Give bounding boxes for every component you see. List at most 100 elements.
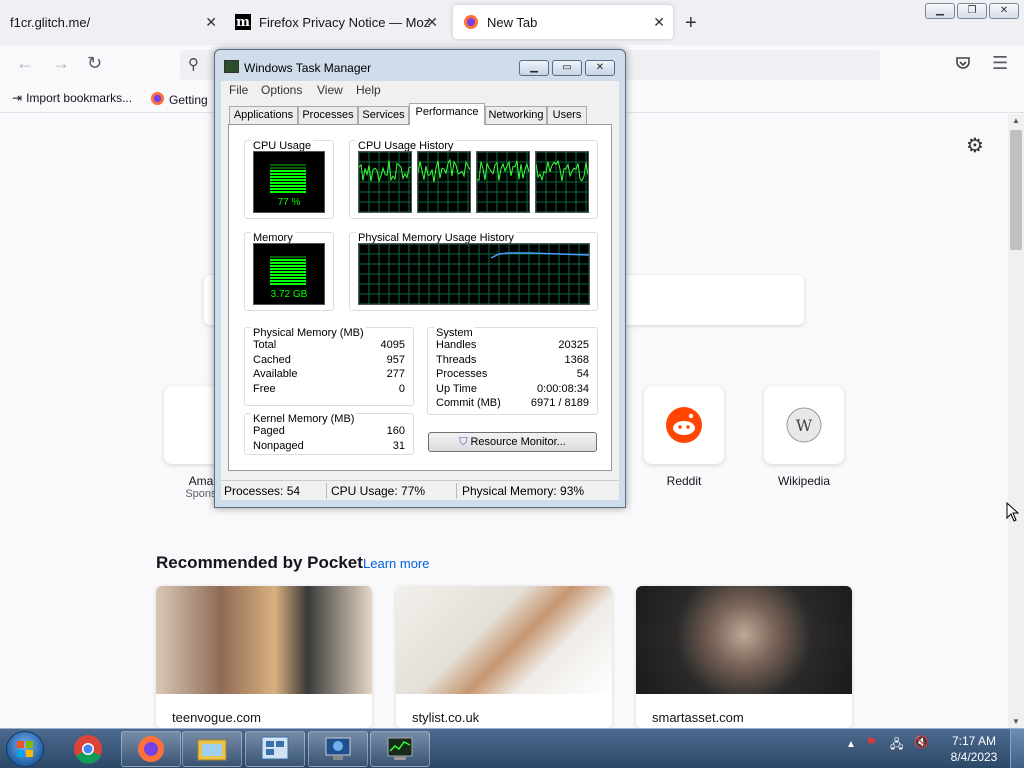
menu-file[interactable]: File xyxy=(229,83,248,97)
top-site-label: Reddit xyxy=(666,474,702,488)
performance-panel: CPU Usage 77 % CPU Usage History Memory xyxy=(228,124,612,471)
tab-privacy-notice[interactable]: m Firefox Privacy Notice — Mozilla ✕ xyxy=(225,5,440,39)
show-desktop-button[interactable] xyxy=(1010,729,1024,768)
firefox-icon xyxy=(150,91,165,109)
physical-memory-stats: Total 4095 Cached 957 Available 277 Free 0 xyxy=(253,339,405,395)
top-site-reddit[interactable]: Reddit xyxy=(644,386,724,488)
physical-memory-group: Physical Memory (MB) Total 4095 Cached 957… xyxy=(244,327,414,406)
status-cpu: CPU Usage: 77% xyxy=(331,484,426,498)
bookmark-label: Import bookmarks... xyxy=(26,91,133,105)
pocket-card[interactable]: smartasset.com xyxy=(636,586,852,728)
control-panel-icon[interactable] xyxy=(245,731,305,767)
action-center-icon[interactable]: ⚑ xyxy=(866,735,877,749)
task-manager-titlebar[interactable]: Windows Task Manager ▁ ▭ ✕ xyxy=(215,50,625,80)
cpu-usage-group: CPU Usage 77 % xyxy=(244,140,334,219)
menu-icon[interactable]: ☰ xyxy=(992,53,1008,74)
close-button[interactable]: ✕ xyxy=(585,60,615,76)
gauge-segment xyxy=(270,191,306,193)
gauge-segment xyxy=(270,173,306,175)
gauge-segment xyxy=(270,167,306,169)
reload-icon[interactable]: ↻ xyxy=(87,53,102,74)
tab-glitch[interactable]: f1cr.glitch.me/ ✕ xyxy=(0,5,225,39)
scrollbar-thumb[interactable] xyxy=(1010,130,1022,250)
import-bookmarks-item[interactable]: ⇥ Import bookmarks... xyxy=(12,91,132,105)
chrome-icon[interactable] xyxy=(58,731,118,767)
task-manager-icon[interactable] xyxy=(370,731,430,767)
tab-applications[interactable]: Applications xyxy=(229,106,298,124)
shield-icon: ⛉ xyxy=(459,436,468,448)
memory-history-graph xyxy=(358,243,590,305)
cpu-history-group: CPU Usage History xyxy=(349,140,598,219)
tab-networking[interactable]: Networking xyxy=(485,106,547,124)
tab-performance[interactable]: Performance xyxy=(409,103,485,125)
learn-more-link[interactable]: Learn more xyxy=(363,556,429,571)
card-source: stylist.co.uk xyxy=(412,710,480,725)
memory-group: Memory 3.72 GB xyxy=(244,232,334,311)
mouse-cursor-icon xyxy=(1006,501,1020,527)
forward-arrow-icon[interactable]: → xyxy=(52,53,70,74)
kernel-memory-group: Kernel Memory (MB) Paged 160 Nonpaged 31 xyxy=(244,413,414,455)
minimize-button[interactable]: ▁ xyxy=(519,60,549,76)
menu-options[interactable]: Options xyxy=(261,83,302,97)
scroll-up-icon[interactable]: ▲ xyxy=(1012,116,1020,125)
remote-desktop-icon[interactable] xyxy=(308,731,368,767)
system-clock[interactable]: 7:17 AM 8/4/2023 xyxy=(945,733,1003,765)
pocket-card[interactable]: stylist.co.uk xyxy=(396,586,612,728)
tab-title: New Tab xyxy=(487,14,538,30)
menu-help[interactable]: Help xyxy=(356,83,381,97)
pocket-icon[interactable] xyxy=(955,55,971,75)
network-icon[interactable]: 🖧 xyxy=(890,735,903,756)
gauge-segment xyxy=(270,179,306,181)
restore-button[interactable]: ❐ xyxy=(957,3,987,19)
gauge-segment xyxy=(270,262,306,264)
status-processes: Processes: 54 xyxy=(224,484,301,498)
task-manager-body: Applications Processes Services Performa… xyxy=(221,99,619,487)
gauge-segment xyxy=(270,256,306,258)
new-tab-button[interactable]: + xyxy=(685,12,697,35)
button-label: Resource Monitor... xyxy=(470,436,566,448)
start-button[interactable] xyxy=(6,731,44,767)
system-stats: Handles 20325 Threads 1368 Processes 54 Up … xyxy=(436,339,589,409)
volume-icon[interactable]: 🔇 xyxy=(914,735,929,749)
close-tab-icon[interactable]: ✕ xyxy=(426,14,438,31)
group-caption: Kernel Memory (MB) xyxy=(251,413,357,425)
tab-new-tab[interactable]: New Tab ✕ xyxy=(453,5,673,39)
tab-users[interactable]: Users xyxy=(547,106,587,124)
task-manager-icon xyxy=(224,60,239,73)
menu-view[interactable]: View xyxy=(317,83,343,97)
scroll-down-icon[interactable]: ▼ xyxy=(1012,717,1020,726)
top-site-wikipedia[interactable]: W Wikipedia xyxy=(764,386,844,488)
show-hidden-icons-icon[interactable]: ▲ xyxy=(846,739,856,750)
firefox-icon[interactable] xyxy=(121,731,181,767)
cpu-history-line xyxy=(417,158,471,183)
pocket-card[interactable]: teenvogue.com xyxy=(156,586,372,728)
tab-processes[interactable]: Processes xyxy=(298,106,358,124)
close-tab-icon[interactable]: ✕ xyxy=(205,14,217,31)
tab-title: f1cr.glitch.me/ xyxy=(10,14,91,30)
resource-monitor-button[interactable]: ⛉ Resource Monitor... xyxy=(428,432,597,452)
explorer-icon[interactable] xyxy=(182,731,242,767)
search-icon: ⚲ xyxy=(188,56,199,73)
window-title: Windows Task Manager xyxy=(244,61,372,75)
card-source: smartasset.com xyxy=(652,710,744,725)
tab-title: Firefox Privacy Notice — Mozilla xyxy=(259,14,431,30)
import-icon: ⇥ xyxy=(12,91,23,105)
svg-text:W: W xyxy=(796,416,813,435)
getting-started-bookmark[interactable]: Getting xyxy=(150,91,208,109)
minimize-button[interactable]: ▁ xyxy=(925,3,955,19)
tab-strip: f1cr.glitch.me/ ✕ m Firefox Privacy Noti… xyxy=(0,0,1024,45)
gauge-segment xyxy=(270,164,306,166)
pocket-heading: Recommended by Pocket xyxy=(156,553,363,572)
close-tab-icon[interactable]: ✕ xyxy=(653,14,665,31)
status-memory: Physical Memory: 93% xyxy=(462,484,585,498)
system-group: System Handles 20325 Threads 1368 Processe… xyxy=(427,327,598,415)
gauge-segment xyxy=(270,259,306,261)
close-button[interactable]: ✕ xyxy=(989,3,1019,19)
tab-services[interactable]: Services xyxy=(358,106,409,124)
gauge-segment xyxy=(270,277,306,279)
back-arrow-icon[interactable]: ← xyxy=(16,53,34,74)
maximize-button[interactable]: ▭ xyxy=(552,60,582,76)
gauge-segment xyxy=(270,176,306,178)
group-caption: System xyxy=(434,327,475,339)
gear-icon[interactable]: ⚙ xyxy=(966,133,984,158)
